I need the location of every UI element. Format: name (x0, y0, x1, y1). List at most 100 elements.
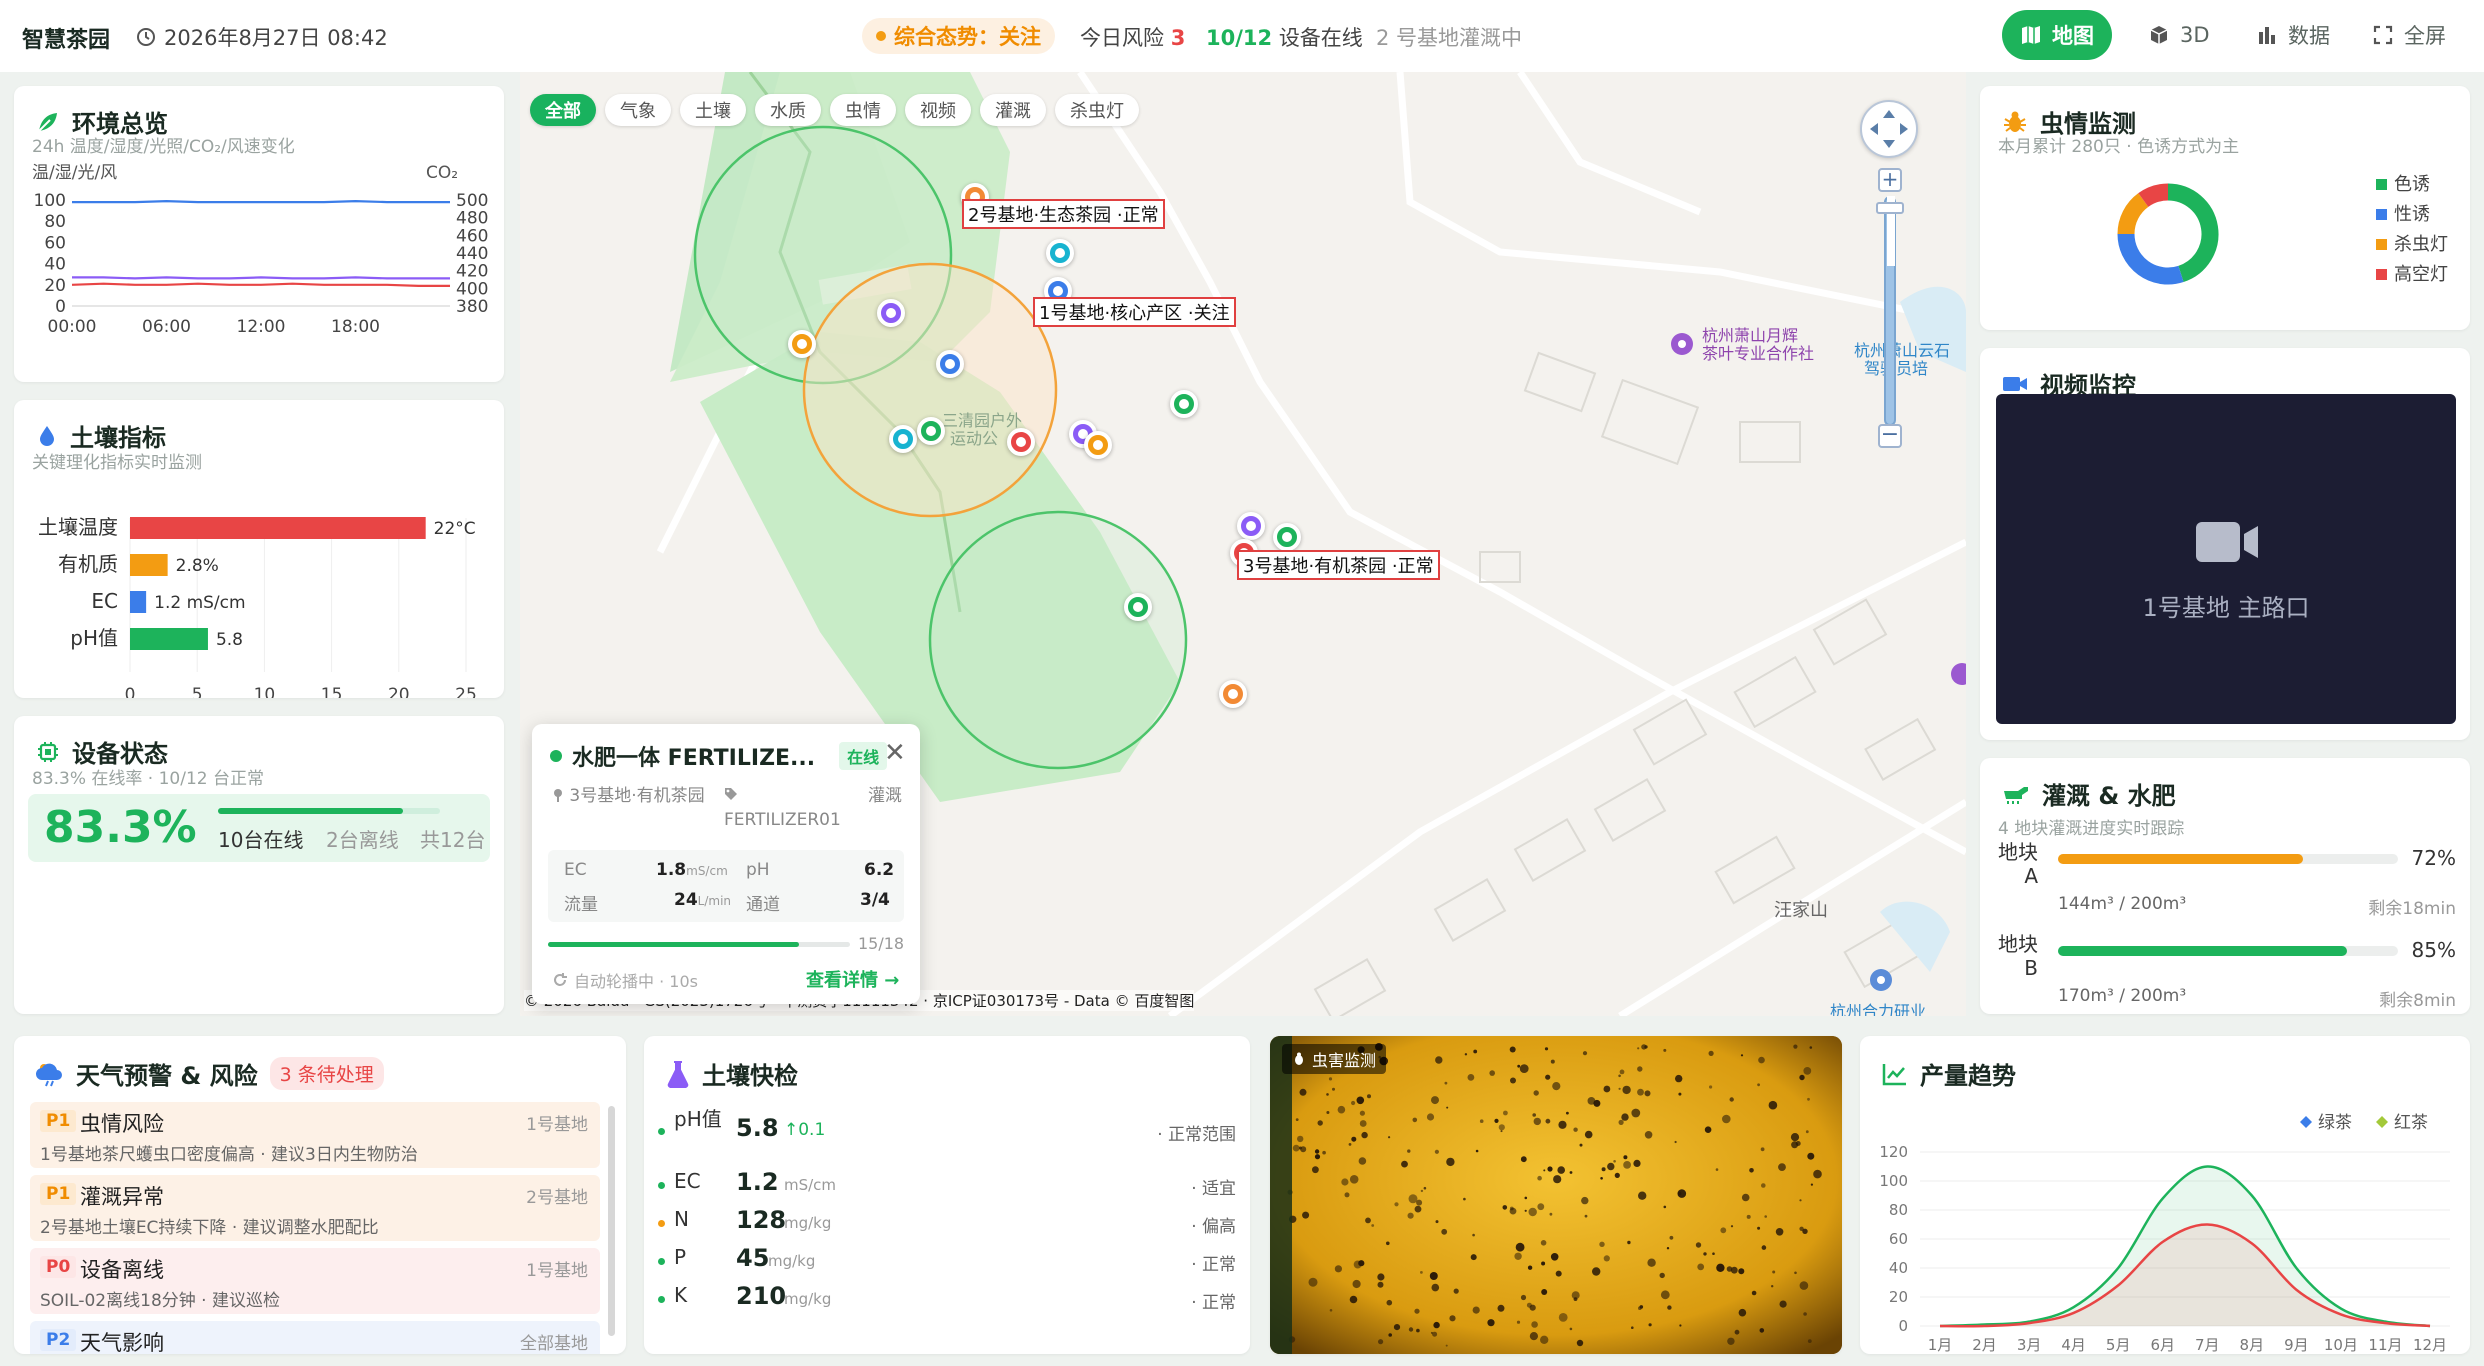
trap-speck (1352, 1279, 1361, 1289)
yield-y-tick: 120 (1879, 1143, 1908, 1161)
warning-row[interactable]: P1 虫情风险 1号基地 1号基地茶尺蠖虫口密度偏高 · 建议3日内生物防治 (30, 1102, 600, 1168)
popup-ph-value: 6.2 (864, 860, 895, 880)
filter-chip-all[interactable]: 全部 (530, 94, 596, 126)
zoom-out-button[interactable]: − (1878, 424, 1902, 448)
trap-speck (1764, 1215, 1767, 1218)
irrigation-plot-label: 地块 B (1998, 932, 2038, 980)
status-badge[interactable]: 综合态势：关注 (862, 18, 1055, 54)
trap-speck (1667, 1305, 1672, 1310)
base3-map-label[interactable]: 3号基地·有机茶园 ·正常 (1237, 550, 1440, 580)
trap-speck (1778, 1163, 1786, 1171)
irrigation-list: 地块 A 72% 144m³ / 200m³ 剩余18min 地块 B 85% 170m³ … (1980, 840, 2470, 1014)
trap-speck (1359, 1110, 1365, 1116)
video-monitor-card: 视频监控 1号基地 主路口 (1980, 348, 2470, 740)
yield-x-tick: 3月 (2017, 1336, 2042, 1354)
trap-speck (1533, 1090, 1539, 1096)
device-online-rate: 83.3% (44, 802, 197, 853)
device-marker[interactable] (1170, 390, 1198, 418)
trap-speck (1803, 1067, 1812, 1075)
cube-icon (2150, 26, 2168, 44)
popup-channel-label: 通道 (746, 895, 780, 915)
datetime-text: 2026年8月27日 08:42 (164, 26, 388, 50)
trap-speck (1361, 1131, 1368, 1139)
popup-detail-link[interactable]: 查看详情 → (806, 966, 899, 992)
trap-speck (1334, 1265, 1342, 1273)
trap-speck (1371, 1224, 1375, 1227)
trap-speck (1738, 1268, 1745, 1275)
quick-title-text: 土壤快检 (702, 1062, 798, 1090)
pest-legend-swatch (2376, 209, 2387, 220)
trap-speck (1510, 1077, 1516, 1084)
device-marker[interactable] (1046, 239, 1074, 267)
camera-placeholder-icon (2196, 522, 2258, 562)
warning-row[interactable]: P0 设备离线 1号基地 SOIL-02离线18分钟 · 建议巡检 (30, 1248, 600, 1314)
irrigation-progress-track (2058, 946, 2398, 956)
datetime: 2026年8月27日 08:42 (136, 22, 388, 52)
trap-speck (1533, 1117, 1541, 1126)
trap-speck (1641, 1044, 1647, 1050)
nav-map-button[interactable]: 地图 (2002, 10, 2112, 60)
base2-map-label[interactable]: 2号基地·生态茶园 ·正常 (962, 199, 1165, 229)
device-total-count: 共12台 (420, 828, 486, 852)
nav-3d-button[interactable]: 3D (2130, 10, 2228, 60)
warning-count-badge[interactable]: 3 条待处理 (269, 1057, 384, 1090)
warning-scrollbar[interactable] (608, 1106, 615, 1336)
popup-ec-label: EC (564, 860, 587, 880)
filter-chip-pest[interactable]: 虫情 (830, 94, 896, 126)
device-rate-fill (218, 808, 403, 814)
online-label: 设备在线 (1278, 26, 1363, 50)
nav-data-button[interactable]: 数据 (2238, 10, 2348, 60)
device-marker[interactable] (1237, 512, 1265, 540)
trap-speck (1489, 1070, 1495, 1076)
quick-check-list: pH值 5.8 ↑0.1 · 正常范围 EC 1.2 mS/cm · 适宜 N 128 mg/kg ·… (644, 1108, 1250, 1348)
device-marker[interactable] (1273, 523, 1301, 551)
nav-fullscreen-button[interactable]: 全屏 (2354, 10, 2464, 60)
trap-speck (1337, 1105, 1346, 1114)
trap-speck (1638, 1191, 1647, 1200)
trap-speck (1760, 1147, 1765, 1152)
zoom-in-button[interactable]: + (1878, 168, 1902, 192)
device-marker[interactable] (1124, 593, 1152, 621)
base3-range-circle (928, 510, 1188, 770)
device-marker[interactable] (877, 299, 905, 327)
trap-speck (1603, 1085, 1611, 1093)
trap-speck (1644, 1090, 1651, 1097)
filter-chip-soil[interactable]: 土壤 (680, 94, 746, 126)
map-view[interactable]: 杭州萧山月辉 茶叶专业合作社 杭州萧山云石 驾驶员培 三清园户外 运动公 汪家山… (520, 72, 1966, 1016)
filter-chip-weather[interactable]: 气象 (605, 94, 671, 126)
yield-x-tick: 6月 (2150, 1336, 2175, 1354)
device-marker[interactable] (917, 417, 945, 445)
warning-title-text: 天气预警 & 风险 (76, 1062, 258, 1090)
device-marker[interactable] (1084, 431, 1112, 459)
base1-map-label[interactable]: 1号基地·核心产区 ·关注 (1033, 297, 1236, 327)
trap-speck (1669, 1235, 1674, 1240)
zoom-slider-handle[interactable] (1876, 202, 1904, 214)
trap-speck (1509, 1046, 1516, 1053)
filter-chip-lamp[interactable]: 杀虫灯 (1055, 94, 1139, 126)
popup-close-icon[interactable]: ✕ (884, 738, 906, 768)
env-left-tick: 20 (44, 276, 66, 296)
device-marker[interactable] (1007, 428, 1035, 456)
warning-row[interactable]: P1 灌溉异常 2号基地 2号基地土壤EC持续下降 · 建议调整水肥配比 (30, 1175, 600, 1241)
warning-row[interactable]: P2 天气影响 全部基地 (30, 1321, 600, 1354)
video-player[interactable]: 1号基地 主路口 (1996, 394, 2456, 724)
trap-speck (1314, 1154, 1321, 1160)
trap-speck (1299, 1088, 1307, 1096)
warning-row-title: 设备离线 (80, 1258, 164, 1282)
env-right-axis-label: CO₂ (426, 163, 458, 183)
zoom-slider[interactable] (1884, 196, 1896, 426)
device-marker[interactable] (788, 330, 816, 358)
filter-chip-irrigation[interactable]: 灌溉 (980, 94, 1046, 126)
trap-speck (1463, 1197, 1466, 1201)
map-pan-control[interactable] (1860, 100, 1918, 158)
yield-area-chart: 120 100 80 60 40 20 0 1月 2月 3月 4月 5月 6月 7月 8月 9月 10月 11月 1… (1879, 1113, 2450, 1354)
device-marker[interactable] (1219, 680, 1247, 708)
filter-chip-water[interactable]: 水质 (755, 94, 821, 126)
app-title: 智慧茶园 (22, 28, 111, 53)
device-marker[interactable] (936, 350, 964, 378)
device-marker[interactable] (889, 425, 917, 453)
filter-chip-video[interactable]: 视频 (905, 94, 971, 126)
trap-speck (1558, 1120, 1567, 1129)
trap-speck (1503, 1110, 1508, 1116)
pest-camera-card[interactable]: 虫害监测 (1270, 1036, 1842, 1354)
